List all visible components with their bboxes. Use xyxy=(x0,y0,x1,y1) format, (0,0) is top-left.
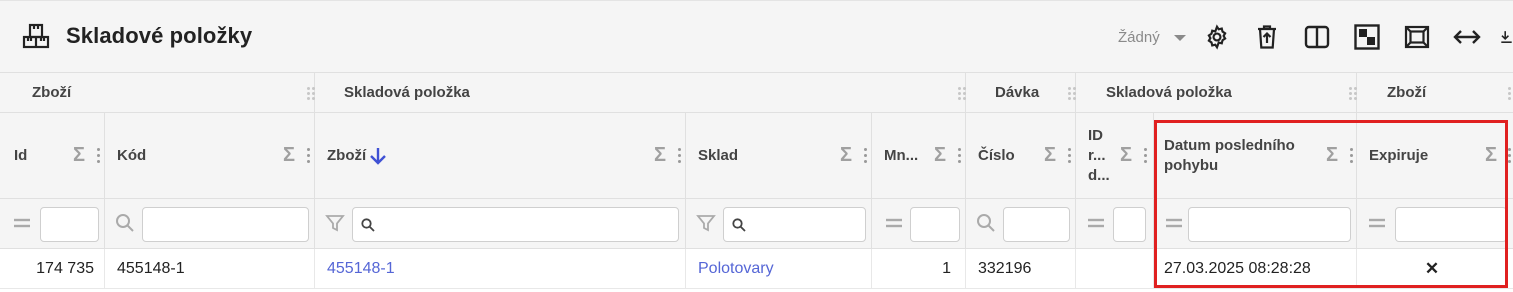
cell-cislo: 332196 xyxy=(966,249,1076,289)
equals-icon[interactable] xyxy=(884,213,904,233)
sum-icon[interactable]: Σ xyxy=(1044,145,1056,165)
sum-icon[interactable]: Σ xyxy=(1485,145,1497,165)
drag-handle-icon[interactable] xyxy=(1349,85,1357,101)
filter-icon[interactable] xyxy=(325,213,345,233)
cell-kod: 455148-1 xyxy=(105,249,315,289)
filter-input-expiruje[interactable] xyxy=(1395,207,1507,242)
filter-input-datum[interactable] xyxy=(1188,207,1351,242)
drag-handle-icon[interactable] xyxy=(958,85,966,101)
column-header-sklad[interactable]: Sklad Σ xyxy=(686,113,872,199)
filter-input-id-rd[interactable] xyxy=(1113,207,1146,242)
equals-icon[interactable] xyxy=(1164,213,1184,233)
column-group-skladova-polozka[interactable]: Skladová položka xyxy=(315,73,966,113)
column-header-zbozi[interactable]: Zboží Σ xyxy=(315,113,686,199)
sum-icon[interactable]: Σ xyxy=(283,145,295,165)
filter-cell-sklad xyxy=(686,199,872,249)
filter-cell-mnozstvi xyxy=(872,199,966,249)
filter-input-id[interactable] xyxy=(40,207,99,242)
column-menu-icon[interactable] xyxy=(864,147,868,163)
search-icon xyxy=(732,218,746,232)
gear-icon[interactable] xyxy=(1203,23,1231,51)
column-menu-icon[interactable] xyxy=(1068,147,1072,163)
drag-handle-icon[interactable] xyxy=(1068,85,1076,101)
column-header-mnozstvi[interactable]: Mn... Σ xyxy=(872,113,966,199)
filter-input-kod[interactable] xyxy=(142,207,309,242)
filter-input-mnozstvi[interactable] xyxy=(910,207,960,242)
column-header-row: Id Σ Kód Σ Zboží Σ Sklad Σ Mn... Σ Číslo… xyxy=(0,113,1513,199)
delete-icon[interactable] xyxy=(1253,23,1281,51)
cell-id: 174 735 xyxy=(0,249,105,289)
cell-zbozi-link[interactable]: 455148-1 xyxy=(315,249,686,289)
filter-cell-zbozi xyxy=(315,199,686,249)
filter-icon[interactable] xyxy=(696,213,716,233)
search-icon[interactable] xyxy=(976,213,996,233)
filter-input-zbozi[interactable] xyxy=(352,207,679,242)
column-group-zbozi-2[interactable]: Zboží xyxy=(1357,73,1513,113)
cell-sklad-link[interactable]: Polotovary xyxy=(686,249,872,289)
column-header-id[interactable]: Id Σ xyxy=(0,113,105,199)
column-group-row: Zboží Skladová položka Dávka Skladová po… xyxy=(0,73,1513,113)
column-menu-icon[interactable] xyxy=(1508,147,1512,163)
filter-cell-datum xyxy=(1154,199,1357,249)
column-menu-icon[interactable] xyxy=(1144,147,1148,163)
filter-input-cislo[interactable] xyxy=(1003,207,1070,242)
column-group-zbozi[interactable]: Zboží xyxy=(0,73,315,113)
sum-icon[interactable]: Σ xyxy=(73,145,85,165)
cell-id-rd xyxy=(1076,249,1154,289)
sum-icon[interactable]: Σ xyxy=(840,145,852,165)
column-menu-icon[interactable] xyxy=(958,147,962,163)
search-icon[interactable] xyxy=(115,213,135,233)
column-group-skladova-polozka-2[interactable]: Skladová položka xyxy=(1076,73,1357,113)
column-header-kod[interactable]: Kód Σ xyxy=(105,113,315,199)
column-menu-icon[interactable] xyxy=(307,147,311,163)
cell-expiruje: ✕ xyxy=(1424,259,1440,278)
table-row[interactable]: 174 735 455148-1 455148-1 Polotovary 1 3… xyxy=(0,249,1513,289)
sum-icon[interactable]: Σ xyxy=(654,145,666,165)
sum-icon[interactable]: Σ xyxy=(934,145,946,165)
filter-cell-id-rd xyxy=(1076,199,1154,249)
chevron-down-icon[interactable] xyxy=(1174,35,1186,41)
column-menu-icon[interactable] xyxy=(97,147,101,163)
columns-icon[interactable] xyxy=(1303,23,1331,51)
filter-cell-kod xyxy=(105,199,315,249)
filter-row xyxy=(0,199,1513,249)
filter-cell-cislo xyxy=(966,199,1076,249)
export-icon[interactable] xyxy=(1500,23,1513,51)
cell-mnozstvi: 1 xyxy=(872,249,966,289)
pivot-icon[interactable] xyxy=(1353,23,1381,51)
column-menu-icon[interactable] xyxy=(678,147,682,163)
drag-handle-icon[interactable] xyxy=(307,85,315,101)
filter-cell-expiruje xyxy=(1357,199,1513,249)
drag-handle-icon[interactable] xyxy=(1508,85,1513,101)
equals-icon[interactable] xyxy=(1086,213,1106,233)
toolbar: Skladové položky Žádný xyxy=(0,0,1513,72)
expand-horizontal-icon[interactable] xyxy=(1453,23,1481,51)
column-group-davka[interactable]: Dávka xyxy=(966,73,1076,113)
column-header-expiruje[interactable]: Expiruje Σ xyxy=(1357,113,1513,199)
sum-icon[interactable]: Σ xyxy=(1326,145,1338,165)
column-header-datum-posledniho-pohybu[interactable]: Datum posledního pohybu Σ xyxy=(1154,113,1357,199)
column-header-cislo[interactable]: Číslo Σ xyxy=(966,113,1076,199)
equals-icon[interactable] xyxy=(1367,213,1387,233)
warehouse-icon xyxy=(22,23,50,49)
fit-screen-icon[interactable] xyxy=(1403,23,1431,51)
preset-select[interactable]: Žádný xyxy=(1118,29,1160,46)
cell-datum-posledniho-pohybu: 27.03.2025 08:28:28 xyxy=(1154,249,1357,289)
equals-icon[interactable] xyxy=(12,213,32,233)
column-header-id-rd[interactable]: ID r... d... Σ xyxy=(1076,113,1154,199)
column-menu-icon[interactable] xyxy=(1350,147,1354,163)
sort-descending-icon[interactable] xyxy=(368,146,388,166)
filter-cell-id xyxy=(0,199,105,249)
sum-icon[interactable]: Σ xyxy=(1120,145,1132,165)
search-icon xyxy=(361,218,375,232)
data-grid: Zboží Skladová položka Dávka Skladová po… xyxy=(0,72,1513,292)
page-title: Skladové položky xyxy=(66,23,253,48)
